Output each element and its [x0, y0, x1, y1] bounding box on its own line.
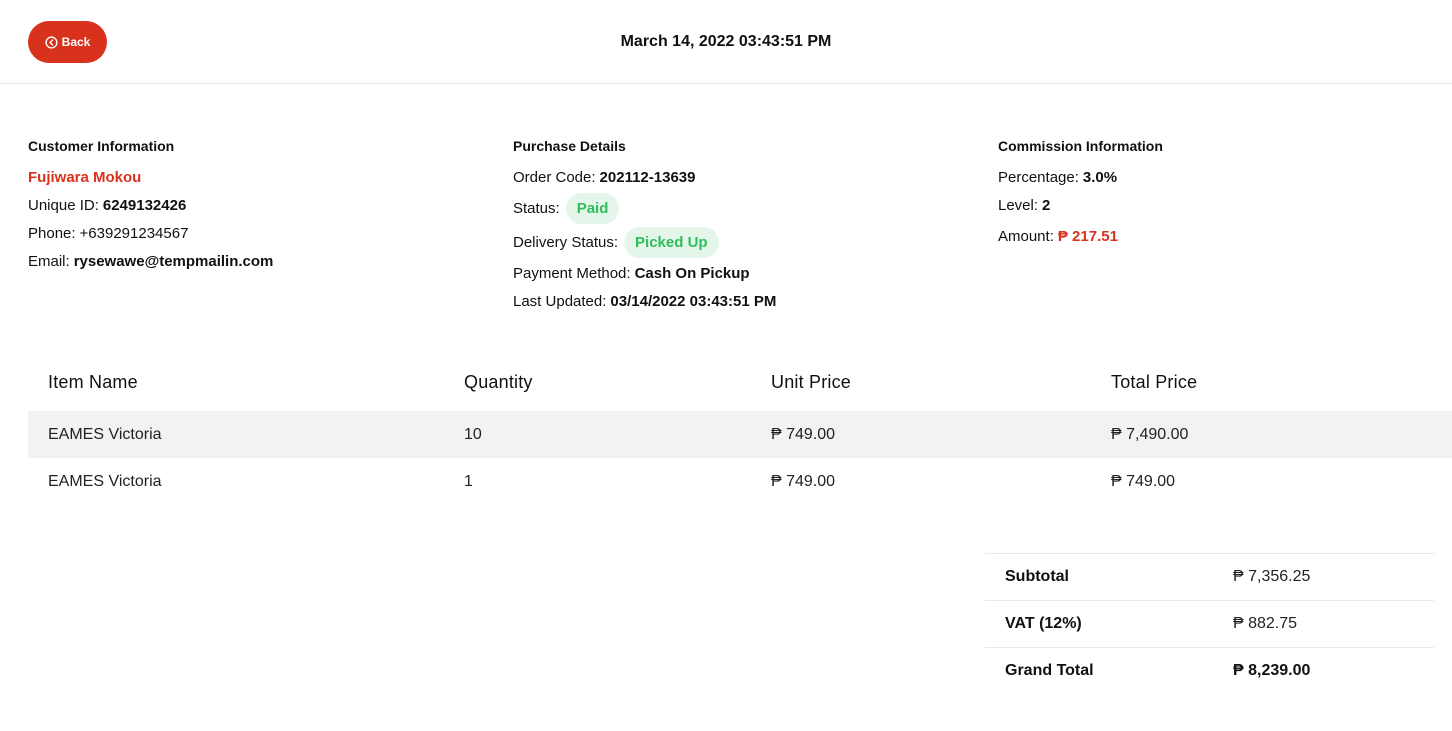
unit-price-cell: ₱ 749.00	[751, 411, 1091, 458]
unique-id-value: 6249132426	[102, 196, 187, 214]
level-row: Level: 2	[998, 191, 1163, 219]
customer-info-section: Customer Information Fujiwara Mokou Uniq…	[28, 138, 273, 275]
vat-value: ₱ 882.75	[1213, 600, 1434, 648]
status-badge: Paid	[565, 192, 620, 224]
purchase-details-title: Purchase Details	[513, 138, 626, 154]
last-updated-label: Last Updated:	[513, 292, 607, 310]
customer-info-title: Customer Information	[28, 138, 175, 154]
subtotal-row: Subtotal ₱ 7,356.25	[985, 553, 1434, 601]
amount-label: Amount:	[998, 227, 1054, 245]
item-name-cell: EAMES Victoria	[48, 472, 162, 490]
top-bar: Back March 14, 2022 03:43:51 PM	[0, 0, 1452, 84]
page-title-date: March 14, 2022 03:43:51 PM	[620, 33, 832, 50]
order-code-label: Order Code:	[513, 168, 596, 186]
item-name-cell: EAMES Victoria	[28, 411, 444, 458]
unit-price-cell: ₱ 749.00	[771, 472, 836, 490]
percentage-label: Percentage:	[998, 168, 1079, 186]
items-table: Item Name Quantity Unit Price Total Pric…	[28, 353, 1452, 505]
unique-id-label: Unique ID:	[28, 196, 99, 214]
grand-total-label: Grand Total	[985, 647, 1213, 695]
level-value: 2	[1042, 196, 1051, 214]
unique-id-row: Unique ID: 6249132426	[28, 191, 273, 219]
grand-total-row: Grand Total ₱ 8,239.00	[985, 647, 1434, 695]
delivery-status-row: Delivery Status: Picked Up	[513, 225, 776, 259]
table-row: EAMES Victoria 10 ₱ 749.00 ₱ 7,490.00	[28, 411, 1452, 458]
grand-total-value: ₱ 8,239.00	[1213, 647, 1434, 695]
commission-info-section: Commission Information Percentage: 3.0% …	[998, 138, 1163, 253]
status-row: Status: Paid	[513, 191, 776, 225]
items-table-header: Item Name Quantity Unit Price Total Pric…	[28, 353, 1452, 411]
payment-method-label: Payment Method:	[513, 264, 631, 282]
column-header-item-name: Item Name	[48, 371, 138, 392]
email-label: Email:	[28, 252, 70, 270]
delivery-status-label: Delivery Status:	[513, 233, 619, 251]
amount-row: Amount: ₱ 217.51	[998, 219, 1163, 253]
status-label: Status:	[513, 199, 560, 217]
payment-method-row: Payment Method: Cash On Pickup	[513, 259, 776, 287]
customer-name-row: Fujiwara Mokou	[28, 163, 273, 191]
order-code-row: Order Code: 202112-13639	[513, 163, 776, 191]
customer-name: Fujiwara Mokou	[28, 168, 142, 186]
email-row: Email: rysewawe@tempmailin.com	[28, 247, 273, 275]
percentage-row: Percentage: 3.0%	[998, 163, 1163, 191]
purchase-details-section: Purchase Details Order Code: 202112-1363…	[513, 138, 776, 315]
table-row: EAMES Victoria 1 ₱ 749.00 ₱ 749.00	[28, 458, 1452, 505]
phone-label: Phone:	[28, 224, 76, 242]
payment-method-value: Cash On Pickup	[634, 264, 750, 282]
vat-row: VAT (12%) ₱ 882.75	[985, 600, 1434, 648]
column-header-total-price: Total Price	[1111, 371, 1198, 392]
total-price-cell: ₱ 749.00	[1111, 472, 1176, 490]
email-value: rysewawe@tempmailin.com	[73, 252, 274, 270]
delivery-status-badge: Picked Up	[624, 226, 719, 258]
total-price-cell: ₱ 7,490.00	[1091, 411, 1452, 458]
percentage-value: 3.0%	[1082, 168, 1118, 186]
order-code-value: 202112-13639	[599, 168, 696, 186]
subtotal-label: Subtotal	[985, 553, 1213, 601]
column-header-quantity: Quantity	[464, 371, 533, 392]
vat-label: VAT (12%)	[985, 600, 1213, 648]
quantity-cell: 1	[464, 472, 473, 490]
quantity-cell: 10	[444, 411, 751, 458]
totals-table: Subtotal ₱ 7,356.25 VAT (12%) ₱ 882.75 G…	[985, 553, 1434, 695]
last-updated-value: 03/14/2022 03:43:51 PM	[610, 292, 777, 310]
level-label: Level:	[998, 196, 1039, 214]
commission-info-title: Commission Information	[998, 138, 1163, 154]
column-header-unit-price: Unit Price	[771, 371, 852, 392]
commission-amount-value: ₱ 217.51	[1057, 227, 1118, 245]
phone-row: Phone: +639291234567	[28, 219, 273, 247]
subtotal-value: ₱ 7,356.25	[1213, 553, 1434, 601]
last-updated-row: Last Updated: 03/14/2022 03:43:51 PM	[513, 287, 776, 315]
phone-value: +639291234567	[79, 224, 189, 242]
